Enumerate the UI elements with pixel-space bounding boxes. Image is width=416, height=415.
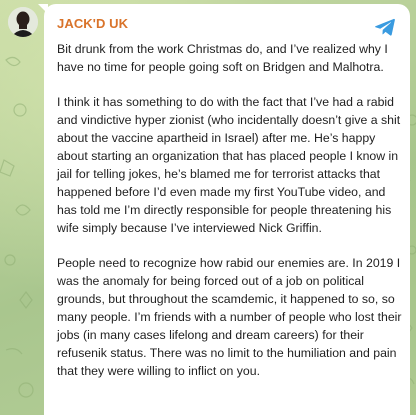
message-text: Bit drunk from the work Christmas do, an…	[57, 40, 405, 397]
avatar-photo	[8, 7, 38, 37]
message-paragraph: Bit drunk from the work Christmas do, an…	[57, 42, 388, 74]
avatar[interactable]	[8, 7, 38, 37]
telegram-plane-icon	[375, 18, 395, 36]
channel-name[interactable]: JACK'D UK	[57, 16, 128, 31]
share-button[interactable]	[374, 17, 396, 37]
message-paragraph: People need to recognize how rabid our e…	[57, 256, 402, 378]
message-bubble: JACK'D UK Bit drunk from the work Christ…	[44, 4, 410, 415]
message-paragraph: I think it has something to do with the …	[57, 95, 401, 235]
